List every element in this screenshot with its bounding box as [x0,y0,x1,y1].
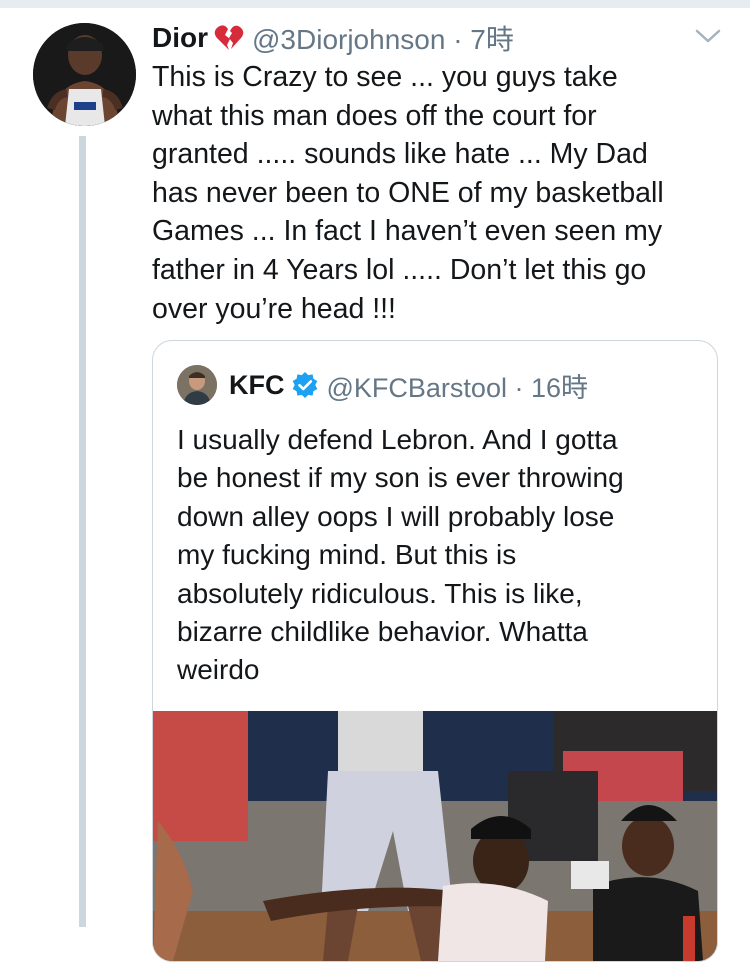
verified-badge-icon [291,371,319,399]
media-photo [153,711,717,961]
chevron-down-icon[interactable] [693,26,723,46]
quoted-tweet-header: KFC @KFCBarstool · 16時 [229,363,588,407]
broken-heart-icon [214,24,244,52]
top-divider [0,0,750,8]
author-avatar[interactable] [33,23,136,126]
tweet-text: This is Crazy to see ... you guys take w… [152,61,664,325]
avatar-photo [33,23,136,126]
quoted-author-handle-time[interactable]: @KFCBarstool · 16時 [327,366,588,405]
author-handle-time[interactable]: @3Diorjohnson · 7時 [252,18,514,58]
quoted-media-image[interactable] [153,711,717,961]
author-name[interactable]: Dior [152,22,208,54]
quoted-tweet-text: I usually defend Lebron. And I gotta be … [177,424,624,686]
tweet-header: Dior @3Diorjohnson · 7時 [152,18,514,58]
quoted-author-avatar[interactable] [177,365,217,405]
quoted-avatar-photo [177,365,217,405]
quoted-author-name[interactable]: KFC [229,370,285,401]
thread-line [79,136,86,927]
quoted-tweet-card[interactable]: KFC @KFCBarstool · 16時 I usually defend … [152,340,718,962]
